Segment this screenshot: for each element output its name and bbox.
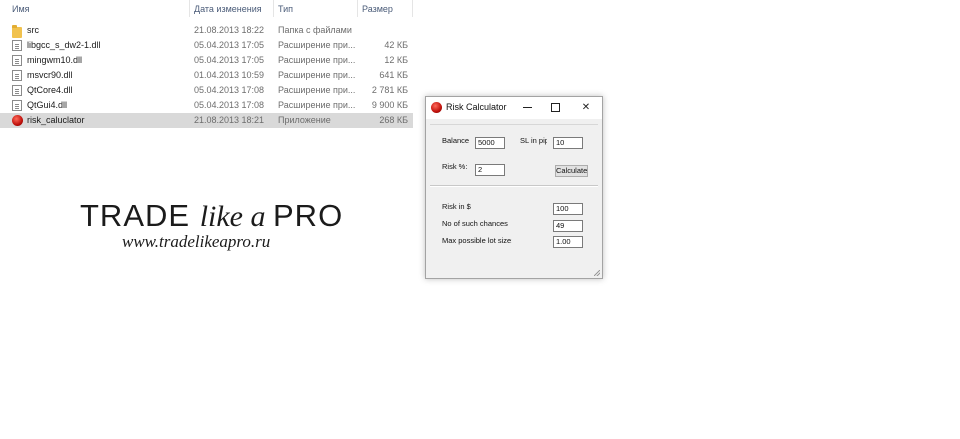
file-date: 05.04.2013 17:05 xyxy=(194,55,265,65)
maximize-button[interactable] xyxy=(540,97,570,119)
file-date: 05.04.2013 17:08 xyxy=(194,100,265,110)
folder-icon xyxy=(12,25,22,38)
max-lot-size-label: Max possible lot size: xyxy=(442,236,512,245)
file-size: 268 КБ xyxy=(379,115,408,125)
file-size: 42 КБ xyxy=(384,40,408,50)
file-row-msvcr90[interactable]: msvcr90.dll 01.04.2013 10:59 Расширение … xyxy=(0,68,413,83)
file-type: Расширение при... xyxy=(278,100,356,110)
column-header-name[interactable]: Имя xyxy=(12,4,30,14)
window-title: Risk Calculator xyxy=(446,102,507,112)
window-titlebar[interactable]: Risk Calculator ✕ xyxy=(426,97,602,119)
dll-file-icon xyxy=(12,70,22,81)
app-icon xyxy=(12,115,23,126)
logo-like-a: like a xyxy=(199,200,273,233)
file-type: Расширение при... xyxy=(278,55,356,65)
calculator-form: Balance 5000 SL in pip 10 Risk %: 2 Calc… xyxy=(426,119,602,278)
close-icon: ✕ xyxy=(581,102,591,113)
sl-in-pip-input[interactable]: 10 xyxy=(553,137,583,149)
minimize-icon xyxy=(522,106,532,108)
balance-input[interactable]: 5000 xyxy=(475,137,505,149)
column-header-size[interactable]: Размер xyxy=(362,4,393,14)
file-type: Расширение при... xyxy=(278,40,356,50)
max-lot-size-output[interactable]: 1.00 xyxy=(553,236,583,248)
file-date: 05.04.2013 17:08 xyxy=(194,85,265,95)
file-type: Расширение при... xyxy=(278,70,356,80)
maximize-icon xyxy=(550,102,560,112)
file-name: mingwm10.dll xyxy=(27,55,83,65)
column-header-row: ⌃ Имя Дата изменения Тип Размер xyxy=(0,0,413,19)
sl-in-pip-label: SL in pip xyxy=(520,136,547,145)
column-divider[interactable] xyxy=(189,0,190,17)
risk-calculator-window: Risk Calculator ✕ Balance 5000 SL in pip… xyxy=(425,96,603,279)
chances-output[interactable]: 49 xyxy=(553,220,583,232)
file-date: 05.04.2013 17:05 xyxy=(194,40,265,50)
file-date: 01.04.2013 10:59 xyxy=(194,70,265,80)
file-name: QtGui4.dll xyxy=(27,100,68,110)
column-header-type[interactable]: Тип xyxy=(278,4,293,14)
app-icon xyxy=(431,102,442,113)
trade-like-a-pro-logo: TRADE like a PRO www.tradelikeapro.ru xyxy=(80,198,342,252)
column-divider[interactable] xyxy=(273,0,274,17)
file-name: msvcr90.dll xyxy=(27,70,73,80)
file-size: 2 781 КБ xyxy=(371,85,408,95)
file-type: Приложение xyxy=(278,115,331,125)
file-date: 21.08.2013 18:21 xyxy=(194,115,265,125)
file-name: risk_caluclator xyxy=(27,115,85,125)
file-row-src[interactable]: src 21.08.2013 18:22 Папка с файлами xyxy=(0,23,413,38)
file-size: 9 900 КБ xyxy=(371,100,408,110)
file-size: 641 КБ xyxy=(379,70,408,80)
risk-in-dollars-label: Risk in $ xyxy=(442,202,471,211)
divider xyxy=(430,185,598,186)
file-size: 12 КБ xyxy=(384,55,408,65)
logo-trade: TRADE xyxy=(80,198,200,233)
logo-url: www.tradelikeapro.ru xyxy=(122,232,271,251)
resize-grip-icon[interactable] xyxy=(594,270,600,276)
file-rows: src 21.08.2013 18:22 Папка с файлами lib… xyxy=(0,23,413,128)
chances-label: No of such chances le xyxy=(442,219,510,228)
column-divider[interactable] xyxy=(412,0,413,17)
sort-chevron-icon: ⌃ xyxy=(95,0,102,5)
file-name: libgcc_s_dw2-1.dll xyxy=(27,40,101,50)
risk-percent-label: Risk %: xyxy=(442,162,468,171)
file-date: 21.08.2013 18:22 xyxy=(194,25,265,35)
file-row-qtgui4[interactable]: QtGui4.dll 05.04.2013 17:08 Расширение п… xyxy=(0,98,413,113)
risk-in-dollars-output[interactable]: 100 xyxy=(553,203,583,215)
logo-wordmark: TRADE like a PRO xyxy=(80,198,342,234)
close-button[interactable]: ✕ xyxy=(571,97,601,119)
dll-file-icon xyxy=(12,85,22,96)
dll-file-icon xyxy=(12,40,22,51)
minimize-button[interactable] xyxy=(512,97,542,119)
file-name: QtCore4.dll xyxy=(27,85,73,95)
file-row-mingwm10[interactable]: mingwm10.dll 05.04.2013 17:05 Расширение… xyxy=(0,53,413,68)
file-row-risk-calculator[interactable]: risk_caluclator 21.08.2013 18:21 Приложе… xyxy=(0,113,413,128)
risk-percent-input[interactable]: 2 xyxy=(475,164,505,176)
column-header-date[interactable]: Дата изменения xyxy=(194,4,262,14)
dll-file-icon xyxy=(12,55,22,66)
file-explorer-list: ⌃ Имя Дата изменения Тип Размер src 21.0… xyxy=(0,0,413,130)
file-row-libgcc[interactable]: libgcc_s_dw2-1.dll 05.04.2013 17:05 Расш… xyxy=(0,38,413,53)
divider xyxy=(430,124,598,125)
calculate-button[interactable]: Calculate xyxy=(555,165,588,177)
dll-file-icon xyxy=(12,100,22,111)
file-row-qtcore4[interactable]: QtCore4.dll 05.04.2013 17:08 Расширение … xyxy=(0,83,413,98)
file-type: Папка с файлами xyxy=(278,25,352,35)
column-divider[interactable] xyxy=(357,0,358,17)
logo-pro: PRO xyxy=(273,198,344,233)
file-type: Расширение при... xyxy=(278,85,356,95)
file-name: src xyxy=(27,25,39,35)
